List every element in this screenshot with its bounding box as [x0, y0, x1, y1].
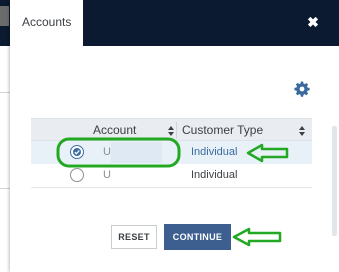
column-header-customer-type[interactable]: Customer Type — [182, 123, 263, 137]
background-avatar — [0, 6, 9, 26]
sort-icon[interactable] — [168, 126, 174, 136]
modal-header: Accounts ✖ — [10, 0, 339, 46]
column-divider — [176, 122, 177, 139]
table-row[interactable]: U Individual — [31, 141, 312, 164]
scrollbar[interactable] — [332, 46, 337, 272]
sort-icon[interactable] — [299, 126, 305, 136]
account-cell: U — [103, 146, 111, 158]
accounts-modal: Accounts ✖ Account Customer Type U Indiv… — [10, 0, 339, 272]
background-divider — [0, 188, 10, 189]
redacted-account — [111, 142, 162, 163]
reset-button[interactable]: RESET — [111, 225, 157, 249]
screen: Accounts ✖ Account Customer Type U Indiv… — [0, 0, 339, 272]
table-row[interactable]: U Individual — [31, 164, 312, 187]
table-header: Account Customer Type — [31, 118, 312, 141]
tab-label: Accounts — [22, 15, 72, 29]
background-divider — [0, 92, 10, 93]
tab-accounts[interactable]: Accounts — [10, 0, 83, 46]
gear-icon[interactable] — [294, 81, 310, 97]
customer-type-cell: Individual — [191, 146, 238, 158]
table-bottom-rule — [31, 187, 312, 188]
radio-unchecked-icon[interactable] — [70, 168, 84, 182]
customer-type-cell: Individual — [191, 169, 238, 181]
accounts-table: Account Customer Type U Individual U Ind… — [31, 118, 312, 187]
check-icon — [73, 148, 81, 156]
account-cell: U — [103, 169, 111, 181]
continue-button[interactable]: CONTINUE — [164, 224, 231, 250]
scrollbar-thumb[interactable] — [332, 126, 337, 236]
column-header-account[interactable]: Account — [93, 123, 136, 137]
radio-checked-icon[interactable] — [70, 145, 84, 159]
close-icon[interactable]: ✖ — [306, 15, 320, 29]
